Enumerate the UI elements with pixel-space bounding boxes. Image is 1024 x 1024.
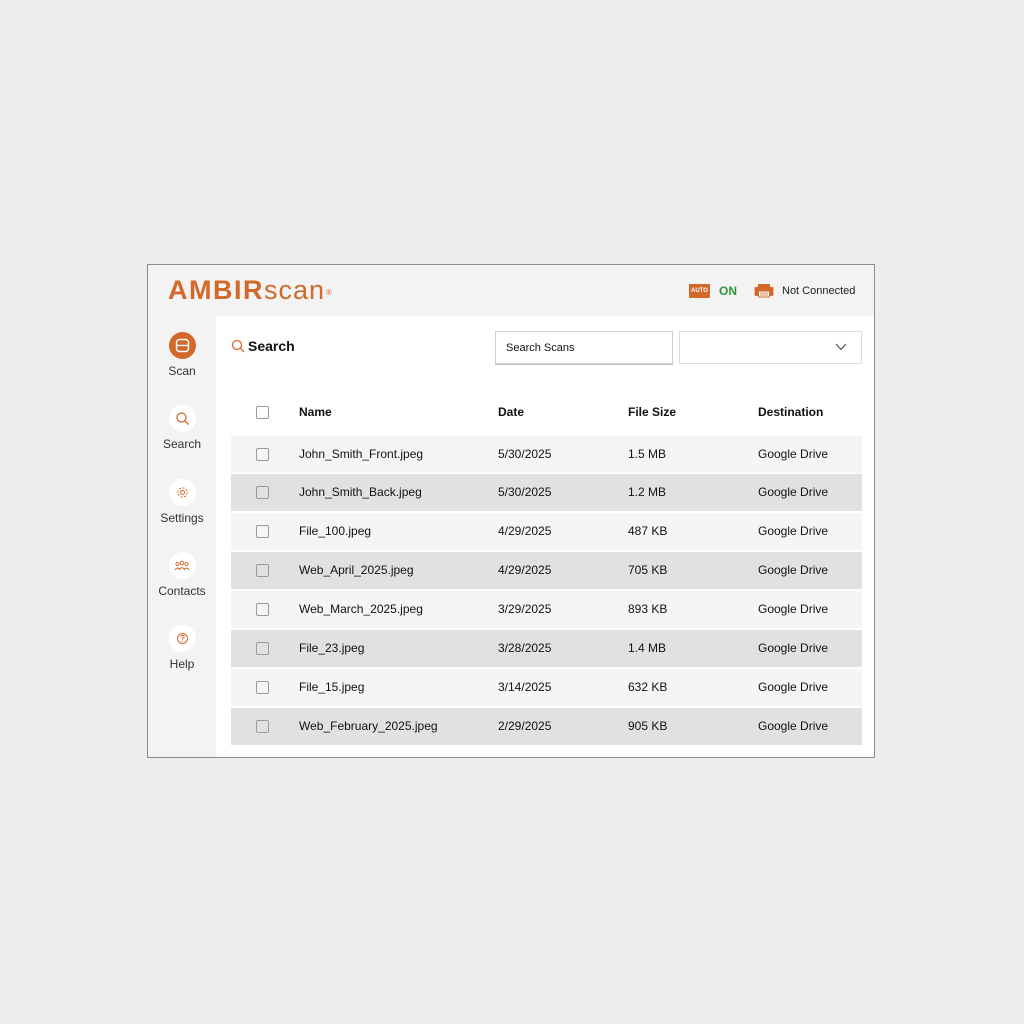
file-destination: Google Drive [758,602,829,616]
logo-registered-mark: ® [326,288,332,297]
file-size: 905 KB [628,719,668,733]
file-name: Web_March_2025.jpeg [299,602,423,616]
filter-dropdown[interactable] [679,331,862,364]
page-title: Search [231,336,295,356]
table-row[interactable]: File_23.jpeg 3/28/2025 1.4 MB Google Dri… [231,630,862,667]
auto-scan-status: ON [719,284,737,298]
sidebar-item-contacts[interactable]: Contacts [148,552,216,598]
search-icon [231,339,245,353]
page-title-text: Search [248,338,295,354]
sidebar-item-scan[interactable]: Scan [148,332,216,378]
table-row[interactable]: John_Smith_Front.jpeg 5/30/2025 1.5 MB G… [231,436,862,473]
sidebar-item-label: Scan [168,364,196,378]
row-checkbox[interactable] [256,486,269,499]
row-checkbox[interactable] [256,681,269,694]
column-header-date[interactable]: Date [498,405,524,419]
table-row[interactable]: Web_February_2025.jpeg 2/29/2025 905 KB … [231,708,862,745]
ambir-scan-logo: AMBIRscan® [168,277,332,304]
row-checkbox[interactable] [256,603,269,616]
sidebar: Scan Search Settings Contacts Help [148,316,216,757]
file-destination: Google Drive [758,447,829,461]
table-row[interactable]: John_Smith_Back.jpeg 5/30/2025 1.2 MB Go… [231,474,862,511]
file-date: 4/29/2025 [498,563,552,577]
file-date: 5/30/2025 [498,447,552,461]
help-icon [168,625,196,652]
sidebar-item-settings[interactable]: Settings [148,479,216,525]
header-bar: AMBIRscan® AUTO ON Not Connected [148,265,874,317]
file-size: 1.4 MB [628,641,667,655]
table-row[interactable]: File_100.jpeg 4/29/2025 487 KB Google Dr… [231,513,862,550]
file-name: File_23.jpeg [299,641,365,655]
file-destination: Google Drive [758,719,829,733]
app-window: AMBIRscan® AUTO ON Not Connected Scan Se… [147,264,875,758]
logo-suffix: scan [264,275,326,305]
main-content: Search Name Date File Size Destination J… [216,316,874,757]
file-date: 3/28/2025 [498,641,552,655]
logo-brand: AMBIR [168,275,264,305]
search-icon [168,405,196,432]
scan-icon [168,332,196,359]
table-row[interactable]: Web_March_2025.jpeg 3/29/2025 893 KB Goo… [231,591,862,628]
auto-scan-badge[interactable]: AUTO [689,284,710,298]
sidebar-item-label: Search [162,437,202,451]
scanner-icon [754,284,774,298]
file-date: 2/29/2025 [498,719,552,733]
file-destination: Google Drive [758,680,829,694]
sidebar-item-search[interactable]: Search [148,405,216,451]
file-size: 705 KB [628,563,668,577]
file-destination: Google Drive [758,524,829,538]
table-header: Name Date File Size Destination [231,399,862,425]
column-header-file-size[interactable]: File Size [628,405,676,419]
table-row[interactable]: Web_April_2025.jpeg 4/29/2025 705 KB Goo… [231,552,862,589]
search-input[interactable] [495,331,673,364]
file-destination: Google Drive [758,641,829,655]
column-header-destination[interactable]: Destination [758,405,823,419]
chevron-down-icon [835,343,847,351]
contacts-icon [168,552,196,579]
file-size: 487 KB [628,524,668,538]
row-checkbox[interactable] [256,525,269,538]
column-header-name[interactable]: Name [299,405,332,419]
sidebar-item-label: Settings [160,511,204,525]
gear-icon [168,479,196,506]
connection-status: Not Connected [782,285,856,297]
file-name: John_Smith_Front.jpeg [299,447,424,461]
file-date: 3/14/2025 [498,680,552,694]
sidebar-item-help[interactable]: Help [148,625,216,671]
file-size: 1.5 MB [628,447,667,461]
file-destination: Google Drive [758,485,829,499]
file-date: 4/29/2025 [498,524,552,538]
file-size: 893 KB [628,602,668,616]
row-checkbox[interactable] [256,642,269,655]
table-row[interactable]: File_15.jpeg 3/14/2025 632 KB Google Dri… [231,669,862,706]
row-checkbox[interactable] [256,448,269,461]
select-all-checkbox[interactable] [256,406,269,419]
file-date: 3/29/2025 [498,602,552,616]
file-name: File_15.jpeg [299,680,365,694]
file-size: 632 KB [628,680,668,694]
file-name: File_100.jpeg [299,524,372,538]
sidebar-item-label: Help [169,657,195,671]
sidebar-item-label: Contacts [158,584,206,598]
row-checkbox[interactable] [256,720,269,733]
file-date: 5/30/2025 [498,485,552,499]
file-name: Web_April_2025.jpeg [299,563,414,577]
row-checkbox[interactable] [256,564,269,577]
file-size: 1.2 MB [628,485,667,499]
file-name: Web_February_2025.jpeg [299,719,438,733]
file-destination: Google Drive [758,563,829,577]
file-name: John_Smith_Back.jpeg [299,485,422,499]
